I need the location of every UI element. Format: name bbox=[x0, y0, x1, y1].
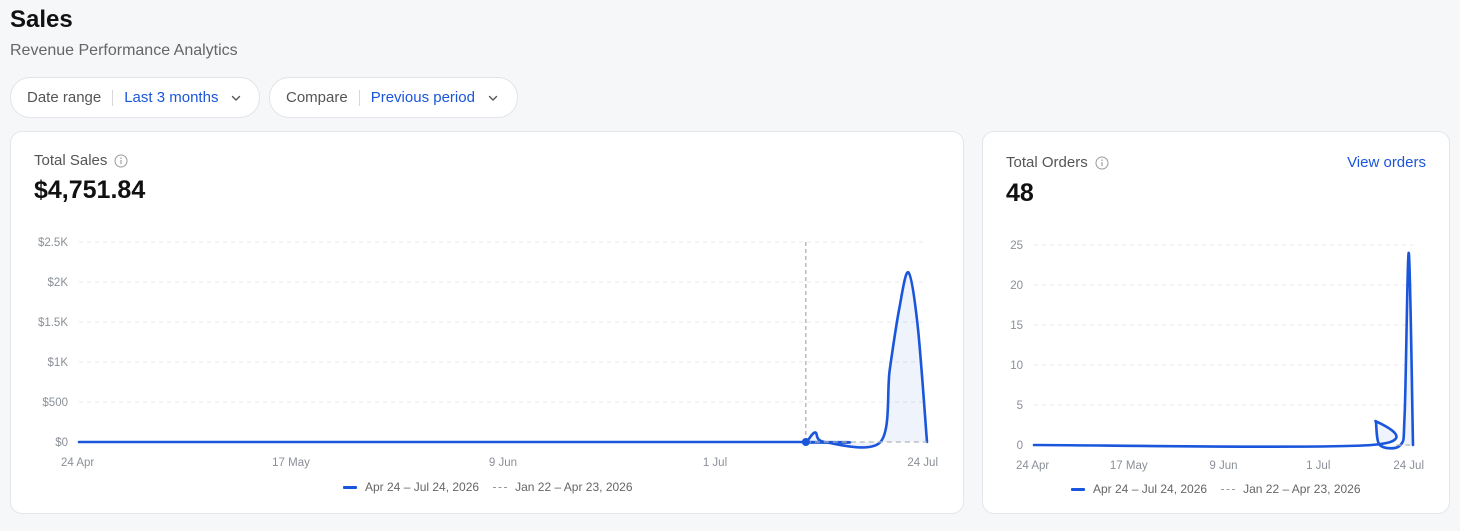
divider bbox=[358, 89, 360, 106]
y-tick-label: $1K bbox=[48, 357, 69, 369]
x-tick-label: 1 Jul bbox=[703, 457, 727, 469]
x-tick-label: 24 Jul bbox=[1393, 460, 1424, 472]
y-tick-label: 0 bbox=[1017, 440, 1023, 452]
compare-filter[interactable]: Compare Previous period bbox=[269, 77, 518, 118]
y-tick-label: $0 bbox=[55, 437, 68, 449]
total-orders-chart: 0 5 10 15 20 25 24 Apr 17 May 9 Jun 1 Jul 24 Jul bbox=[1010, 240, 1424, 472]
y-tick-label: $2.5K bbox=[38, 237, 68, 249]
x-tick-label: 9 Jun bbox=[1209, 460, 1237, 472]
y-tick-label: 15 bbox=[1010, 320, 1023, 332]
series-area-current bbox=[1034, 252, 1413, 449]
series-line-current bbox=[1032, 251, 1415, 450]
date-range-filter[interactable]: Date range Last 3 months bbox=[10, 77, 260, 118]
chevron-down-icon bbox=[230, 92, 242, 104]
y-tick-label: 10 bbox=[1010, 360, 1023, 372]
y-tick-label: $500 bbox=[42, 397, 68, 409]
x-tick-label: 9 Jun bbox=[489, 457, 517, 469]
sales-legend: Apr 24 – Jul 24, 2026 Jan 22 – Apr 23, 2… bbox=[343, 480, 633, 494]
y-tick-label: $1.5K bbox=[38, 317, 68, 329]
date-range-label: Date range bbox=[27, 89, 102, 106]
total-sales-card: Total Sales $4,751.84 $0 $500 $1K $1.5K $2K $… bbox=[10, 131, 964, 514]
orders-legend: Apr 24 – Jul 24, 2026 Jan 22 – Apr 23, 2… bbox=[1071, 482, 1361, 496]
legend-current-label: Apr 24 – Jul 24, 2026 bbox=[365, 480, 480, 494]
legend-current-label: Apr 24 – Jul 24, 2026 bbox=[1093, 482, 1208, 496]
x-tick-label: 24 Jul bbox=[907, 457, 938, 469]
page-title: Sales bbox=[10, 6, 73, 33]
legend-current-swatch bbox=[343, 485, 357, 489]
page-subtitle: Revenue Performance Analytics bbox=[10, 42, 238, 59]
y-tick-label: 25 bbox=[1010, 240, 1023, 252]
y-tick-label: 5 bbox=[1017, 400, 1023, 412]
x-tick-label: 17 May bbox=[272, 457, 310, 469]
legend-previous-swatch bbox=[1221, 488, 1236, 490]
total-sales-chart: $0 $500 $1K $1.5K $2K $2.5K 24 Apr 17 May 9 Jun 1… bbox=[38, 237, 938, 469]
y-tick-label: $2K bbox=[48, 277, 69, 289]
legend-previous-label: Jan 22 – Apr 23, 2026 bbox=[515, 480, 633, 494]
legend-previous-label: Jan 22 – Apr 23, 2026 bbox=[1243, 482, 1361, 496]
y-tick-label: 20 bbox=[1010, 280, 1023, 292]
legend-current-swatch bbox=[1071, 487, 1085, 491]
x-tick-label: 24 Apr bbox=[61, 457, 94, 469]
x-tick-label: 17 May bbox=[1110, 460, 1148, 472]
series-area-current bbox=[79, 272, 927, 448]
compare-value: Previous period bbox=[370, 89, 475, 106]
x-tick-label: 24 Apr bbox=[1016, 460, 1049, 472]
chevron-down-icon bbox=[487, 92, 499, 104]
legend-previous-swatch bbox=[493, 486, 508, 488]
hover-point bbox=[801, 438, 810, 446]
total-orders-card: Total Orders View orders 48 0 5 10 15 20 25 24… bbox=[982, 131, 1450, 514]
x-tick-label: 1 Jul bbox=[1306, 460, 1330, 472]
compare-label: Compare bbox=[286, 89, 348, 106]
series-line-current bbox=[77, 271, 929, 449]
date-range-value: Last 3 months bbox=[124, 89, 219, 106]
divider bbox=[112, 89, 114, 106]
